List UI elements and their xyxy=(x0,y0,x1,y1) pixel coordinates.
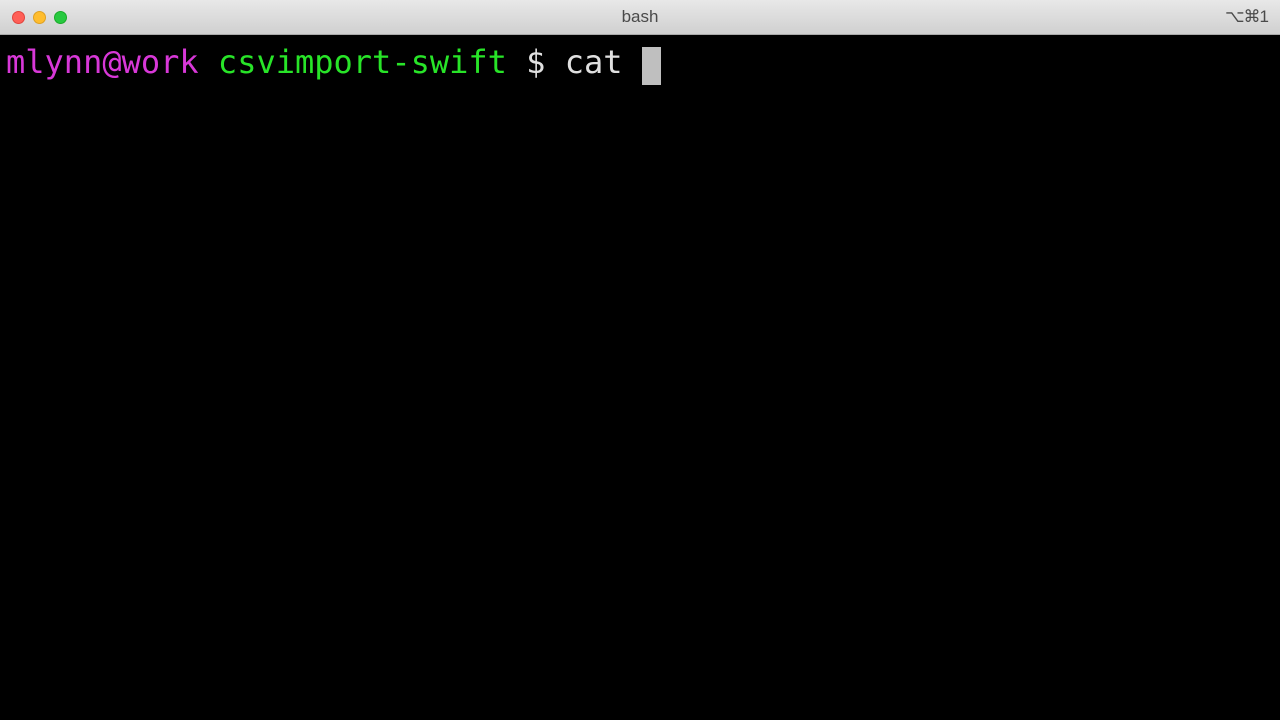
window-title: bash xyxy=(622,7,659,27)
prompt-user-host: mlynn@work xyxy=(6,43,199,81)
minimize-button[interactable] xyxy=(33,11,46,24)
shortcut-hint: ⌥⌘1 xyxy=(1225,7,1268,27)
terminal-body[interactable]: mlynn@work csvimport-swift $ cat xyxy=(0,35,1280,720)
terminal-window: bash ⌥⌘1 mlynn@work csvimport-swift $ ca… xyxy=(0,0,1280,720)
command-input[interactable]: cat xyxy=(565,43,642,81)
close-button[interactable] xyxy=(12,11,25,24)
zoom-button[interactable] xyxy=(54,11,67,24)
prompt-directory: csvimport-swift xyxy=(218,43,507,81)
cursor xyxy=(642,47,661,85)
traffic-lights xyxy=(12,11,67,24)
title-bar: bash ⌥⌘1 xyxy=(0,0,1280,35)
prompt-symbol: $ xyxy=(526,43,545,81)
